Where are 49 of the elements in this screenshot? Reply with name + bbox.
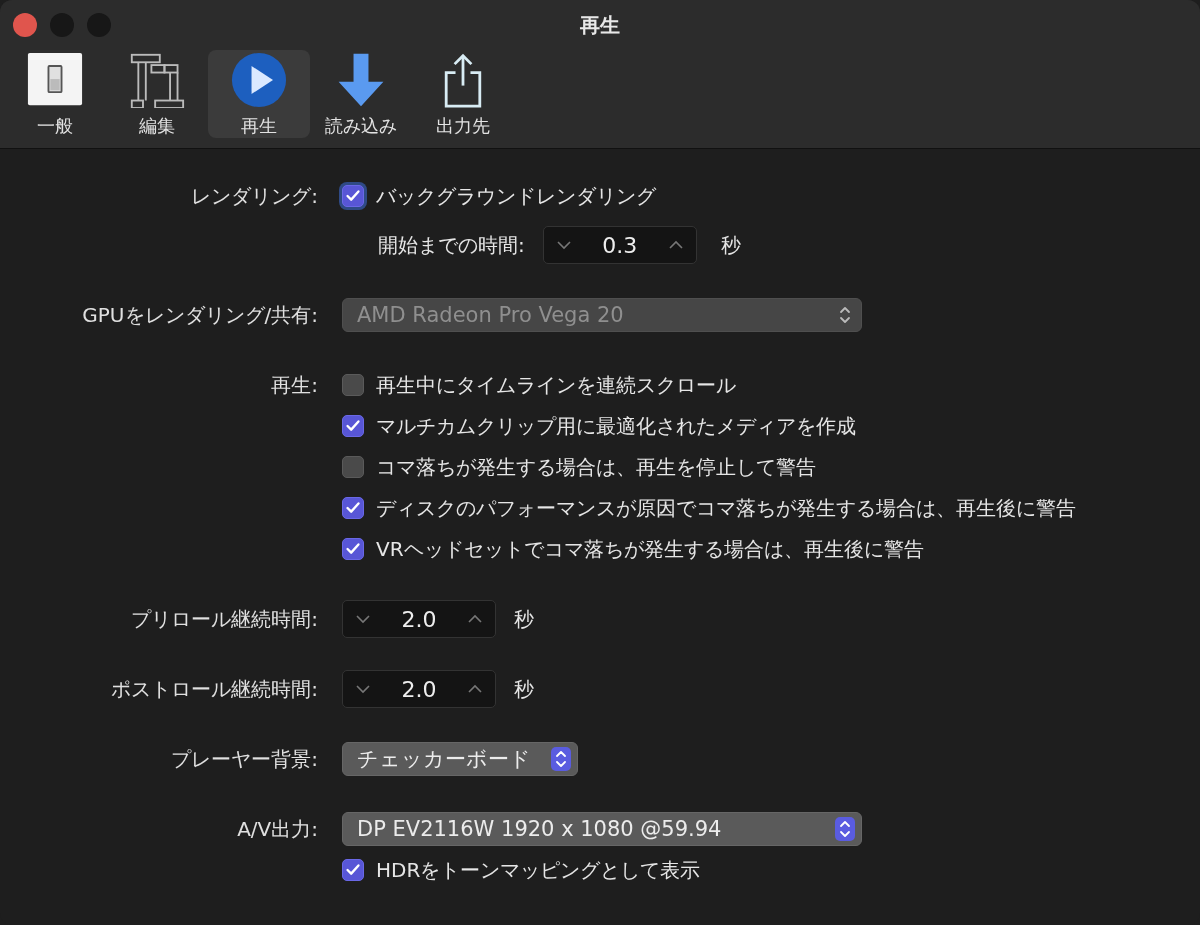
window-title: 再生 [580, 11, 620, 39]
checkbox[interactable] [342, 415, 364, 437]
unit-label: 秒 [514, 605, 534, 633]
number-stepper[interactable]: 0.3 [542, 226, 697, 264]
toolbar-tab[interactable]: 読み込み [310, 50, 412, 138]
unit-label: 秒 [514, 675, 534, 703]
field-label: 開始までの時間: [378, 231, 525, 259]
popup-button[interactable]: DP EV2116W 1920 x 1080 @59.94 [342, 812, 862, 846]
field-label: ポストロール継続時間: [111, 676, 318, 703]
chevron-up-icon [467, 684, 483, 694]
chevron-up-icon [467, 614, 483, 624]
checkbox-label: HDRをトーンマッピングとして表示 [376, 856, 701, 884]
field-label: プレーヤー背景: [171, 746, 318, 773]
field-label: A/V出力: [237, 816, 318, 843]
checkbox-label: VRヘッドセットでコマ落ちが発生する場合は、再生後に警告 [376, 535, 924, 563]
chevron-down-icon [355, 684, 371, 694]
checkbox-label: 再生中にタイムラインを連続スクロール [376, 371, 736, 399]
checkbox[interactable] [342, 456, 364, 478]
field-label: GPUをレンダリング/共有: [82, 302, 318, 329]
checkbox-label: マルチカムクリップ用に最適化されたメディアを作成 [376, 412, 856, 440]
popup-button[interactable]: チェッカーボード [342, 742, 578, 776]
play-icon [229, 52, 289, 108]
checkbox-label: バックグラウンドレンダリング [376, 182, 656, 210]
chevron-up-icon [667, 240, 684, 250]
checkbox-label: コマ落ちが発生する場合は、再生を停止して警告 [376, 453, 816, 481]
switch-icon [25, 52, 85, 108]
checkbox-label: ディスクのパフォーマンスが原因でコマ落ちが発生する場合は、再生後に警告 [376, 494, 1076, 522]
checkbox[interactable] [342, 374, 364, 396]
unit-label: 秒 [720, 231, 741, 259]
toolbar-tab[interactable]: 編集 [106, 50, 208, 138]
number-stepper[interactable]: 2.0 [342, 600, 496, 638]
up-down-chevron-icon [835, 817, 855, 841]
checkbox[interactable] [342, 497, 364, 519]
stepper-value: 0.3 [602, 232, 638, 258]
field-label: プリロール継続時間: [131, 606, 318, 633]
chevron-down-icon [355, 614, 371, 624]
toolbar-tab[interactable]: 出力先 [412, 50, 514, 138]
number-stepper[interactable]: 2.0 [342, 670, 496, 708]
toolbar-tab[interactable]: 一般 [4, 50, 106, 138]
up-down-chevron-icon [551, 747, 571, 771]
chevron-down-icon [555, 240, 572, 250]
toolbar-tab[interactable]: 再生 [208, 50, 310, 138]
stepper-value: 2.0 [401, 606, 437, 632]
close-button[interactable] [13, 13, 37, 37]
field-label: レンダリング: [191, 183, 318, 210]
checkbox[interactable] [342, 538, 364, 560]
field-label: 再生: [271, 372, 318, 399]
stepper-value: 2.0 [401, 676, 437, 702]
checkbox[interactable] [342, 859, 364, 881]
